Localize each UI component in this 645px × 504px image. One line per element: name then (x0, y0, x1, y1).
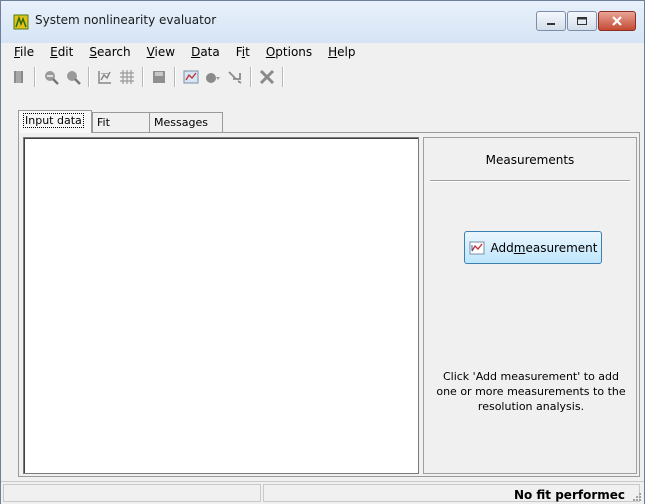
delete-button[interactable] (256, 66, 278, 88)
status-bar: No fit performec (1, 481, 644, 504)
toolbar-separator (34, 67, 36, 87)
add-measurement-hint: Click 'Add measurement' to add one or mo… (436, 370, 626, 413)
menu-view[interactable]: View (139, 43, 183, 61)
chart-icon (98, 71, 111, 84)
tab-fit[interactable]: Fit (92, 112, 150, 132)
toolbar (8, 65, 288, 89)
toolbar-separator (282, 67, 284, 87)
fit-button[interactable] (202, 66, 224, 88)
fit-icon (206, 73, 220, 83)
toolbar-separator (142, 67, 144, 87)
tab-messages[interactable]: Messages (149, 112, 223, 132)
close-button[interactable] (598, 11, 636, 31)
toolbar-separator (250, 67, 252, 87)
add-measurement-tool-button[interactable] (180, 66, 202, 88)
open-icon (14, 71, 23, 83)
menu-options[interactable]: Options (258, 43, 320, 61)
measurements-title: Measurements (485, 153, 575, 167)
tab-input-data[interactable]: Input data (18, 110, 92, 133)
zoom-in-button[interactable] (62, 66, 84, 88)
add-measurement-icon (469, 241, 485, 254)
close-icon (612, 16, 622, 26)
window-title: System nonlinearity evaluator (35, 13, 217, 27)
maximize-button[interactable] (567, 11, 597, 31)
open-button[interactable] (8, 66, 30, 88)
app-icon (13, 14, 29, 30)
arrow-button[interactable] (224, 66, 246, 88)
toolbar-separator (174, 67, 176, 87)
title-bar[interactable]: System nonlinearity evaluator (1, 1, 644, 43)
toolbar-separator (88, 67, 90, 87)
delete-icon (259, 69, 275, 85)
menu-bar: File Edit Search View Data Fit Options H… (6, 43, 639, 61)
grid-icon (120, 70, 134, 84)
zoom-in-icon (67, 71, 81, 85)
resize-grip-icon[interactable] (632, 492, 642, 502)
main-window: System nonlinearity evaluator File Edit … (0, 0, 645, 504)
menu-data[interactable]: Data (183, 43, 228, 61)
status-cell (3, 484, 261, 502)
maximize-icon (577, 17, 587, 25)
chart-button[interactable] (94, 66, 116, 88)
save-icon (153, 71, 165, 83)
menu-search[interactable]: Search (81, 43, 138, 61)
menu-help[interactable]: Help (320, 43, 363, 61)
input-data-panel: Measurements Add m easurement Click 'Add … (18, 132, 640, 477)
menu-file[interactable]: File (6, 43, 42, 61)
zoom-out-button[interactable] (40, 66, 62, 88)
measurements-list[interactable] (23, 137, 419, 474)
divider (430, 180, 630, 182)
zoom-out-icon (45, 71, 59, 85)
menu-fit[interactable]: Fit (228, 43, 258, 61)
arrow-icon (228, 71, 242, 84)
grid-button[interactable] (116, 66, 138, 88)
status-cell: No fit performec (263, 484, 640, 502)
add-measurement-button[interactable]: Add m easurement (464, 231, 602, 264)
add-measurement-icon (183, 70, 199, 84)
minimize-button[interactable] (536, 11, 566, 31)
status-text: No fit performec (513, 488, 625, 502)
save-button[interactable] (148, 66, 170, 88)
minimize-icon (547, 23, 555, 25)
menu-edit[interactable]: Edit (42, 43, 81, 61)
measurements-sidebar: Measurements Add m easurement Click 'Add … (423, 137, 637, 474)
